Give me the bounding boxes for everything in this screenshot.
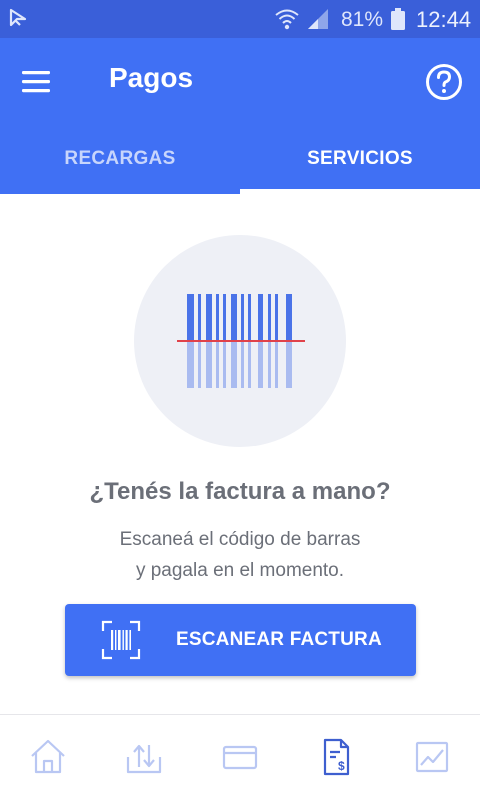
nav-item-transfer[interactable]: [120, 737, 168, 785]
tab-selected-indicator: [240, 189, 480, 194]
signal-icon: [306, 8, 330, 35]
tab-servicios[interactable]: SERVICIOS: [240, 124, 480, 194]
card-icon: [216, 737, 264, 777]
menu-icon: [14, 71, 58, 106]
barcode-scan-illustration: [177, 291, 307, 396]
bill-payment-icon: $: [312, 737, 360, 777]
app-notification-icon: [8, 8, 28, 33]
status-clock: 12:44: [416, 7, 472, 32]
battery-percent: 81%: [341, 8, 384, 31]
app-bar: Pagos: [0, 38, 480, 124]
barcode-scan-icon: [101, 620, 141, 665]
scan-instructions-line-2: y pagala en el momento.: [135, 560, 345, 581]
help-icon: [424, 64, 464, 106]
scan-instructions: Escaneá el código de barras y pagala en …: [0, 524, 480, 586]
status-bar: 81% 12:44: [0, 0, 480, 38]
transfer-icon: [120, 737, 168, 777]
tab-recargas[interactable]: RECARGAS: [0, 124, 240, 194]
bottom-navigation: $: [0, 714, 480, 801]
battery-icon: [391, 8, 405, 35]
scan-instructions-line-1: Escaneá el código de barras: [119, 529, 361, 550]
scan-invoice-button[interactable]: ESCANEAR FACTURA: [65, 604, 416, 676]
nav-item-bill-payment[interactable]: $: [312, 737, 360, 785]
nav-item-home[interactable]: [24, 737, 72, 785]
nav-item-chart[interactable]: [408, 737, 456, 785]
page-title: Pagos: [109, 62, 194, 93]
scan-invoice-button-label: ESCANEAR FACTURA: [176, 629, 382, 650]
home-icon: [24, 737, 72, 777]
menu-button[interactable]: [14, 62, 58, 102]
help-button[interactable]: [424, 62, 464, 102]
nav-item-cards[interactable]: [216, 737, 264, 785]
svg-text:$: $: [338, 759, 345, 773]
chart-icon: [408, 737, 456, 777]
tab-bar: RECARGAS SERVICIOS: [0, 124, 480, 194]
wifi-icon: [274, 7, 300, 36]
invoice-question: ¿Tenés la factura a mano?: [89, 478, 391, 505]
